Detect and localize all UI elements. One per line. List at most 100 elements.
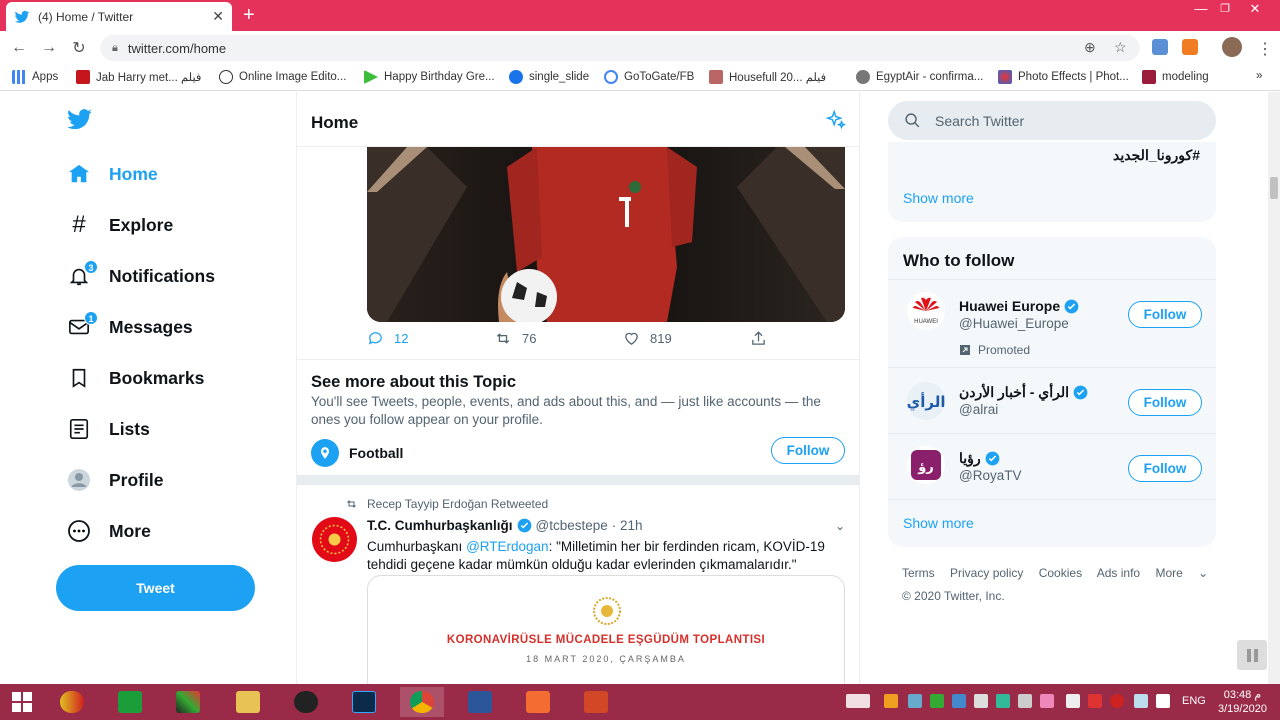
pause-icon[interactable] <box>1237 640 1267 670</box>
powerpoint-icon[interactable] <box>574 687 618 717</box>
follow-suggestion[interactable]: رؤ رؤيا @RoyaTV Follow <box>888 433 1216 499</box>
tray-icon[interactable] <box>952 694 966 708</box>
account-name[interactable]: الرأي - أخبار الأردن <box>959 384 1069 401</box>
taskbar-app-icon[interactable] <box>166 687 210 717</box>
search-icon <box>905 113 920 128</box>
install-icon[interactable]: ⊕ <box>1084 39 1096 56</box>
tweet-button[interactable]: Tweet <box>56 565 255 611</box>
nav-profile[interactable]: Profile <box>66 460 163 500</box>
word-icon[interactable] <box>458 687 502 717</box>
bookmark-item[interactable]: Photo Effects | Phot... <box>998 70 1129 84</box>
bookmark-item[interactable]: Jab Harry met... فيلم <box>76 70 201 84</box>
nav-home[interactable]: Home <box>66 154 158 194</box>
like-button[interactable]: 819 <box>623 330 672 347</box>
clock[interactable]: 03:48 م 3/19/2020 <box>1218 688 1267 716</box>
nav-bookmarks[interactable]: Bookmarks <box>66 358 204 398</box>
hp-icon[interactable] <box>284 687 328 717</box>
close-window-icon[interactable]: ✕ <box>1240 0 1270 18</box>
tray-icon[interactable] <box>1110 694 1124 708</box>
bookmark-item[interactable]: modeling <box>1142 70 1209 84</box>
bookmark-item[interactable]: EgyptAir - confirma... <box>856 70 983 84</box>
chrome-icon[interactable] <box>400 687 444 717</box>
footer-more-link[interactable]: More ⌄ <box>1155 566 1220 580</box>
back-icon[interactable]: ← <box>4 39 34 57</box>
nav-lists[interactable]: Lists <box>66 409 150 449</box>
follow-button[interactable]: Follow <box>1128 389 1202 416</box>
volume-icon[interactable] <box>974 694 988 708</box>
extension-icon[interactable] <box>1152 39 1168 55</box>
tray-icon[interactable] <box>884 694 898 708</box>
profile-avatar-icon[interactable] <box>1222 37 1242 57</box>
bookmark-star-icon[interactable]: ☆ <box>1114 39 1127 56</box>
follow-topic-button[interactable]: Follow <box>771 437 845 464</box>
follow-button[interactable]: Follow <box>1128 455 1202 482</box>
restore-icon[interactable]: ❐ <box>1210 0 1240 18</box>
url-field[interactable]: 🔒︎ twitter.com/home ⊕ ☆ <box>100 35 1140 61</box>
follow-suggestion[interactable]: HUAWEI Huawei Europe @Huawei_Europe Prom… <box>888 279 1216 367</box>
retweet-button[interactable]: 76 <box>494 330 536 347</box>
account-name[interactable]: رؤيا <box>959 450 981 467</box>
tweet[interactable]: Recep Tayyip Erdoğan Retweeted T.C. Cumh… <box>297 485 859 684</box>
nav-messages[interactable]: 1 Messages <box>66 307 193 347</box>
footer-terms-link[interactable]: Terms <box>902 566 935 580</box>
taskbar-app-icon[interactable] <box>516 687 560 717</box>
show-more-trends-link[interactable]: Show more <box>903 190 974 206</box>
nav-explore[interactable]: # Explore <box>66 205 173 245</box>
footer-ads-info-link[interactable]: Ads info <box>1097 566 1140 580</box>
account-name[interactable]: Huawei Europe <box>959 298 1060 314</box>
tray-icon[interactable] <box>908 694 922 708</box>
search-input[interactable]: Search Twitter <box>888 101 1216 140</box>
network-icon[interactable] <box>1018 694 1032 708</box>
tray-icon[interactable] <box>1088 694 1102 708</box>
taskbar-app-icon[interactable] <box>50 687 94 717</box>
scrollbar-thumb[interactable] <box>1270 177 1278 199</box>
show-more-follow-link[interactable]: Show more <box>903 515 974 531</box>
tray-icon[interactable] <box>996 694 1010 708</box>
tweet-media-card[interactable]: KORONAVİRÜSLE MÜCADELE EŞGÜDÜM TOPLANTIS… <box>367 575 845 684</box>
footer-privacy-link[interactable]: Privacy policy <box>950 566 1023 580</box>
author-name[interactable]: T.C. Cumhurbaşkanlığı <box>367 518 513 533</box>
sparkle-icon[interactable] <box>825 109 847 131</box>
trend-item[interactable]: #كورونا_الجديد <box>1113 147 1200 164</box>
close-tab-icon[interactable]: ✕ <box>212 8 224 25</box>
photoshop-icon[interactable] <box>342 687 386 717</box>
bookmark-item[interactable]: Housefull 20... فيلم <box>709 70 826 84</box>
reload-icon[interactable]: ↻ <box>64 38 94 58</box>
tweet-media-image[interactable] <box>367 147 845 322</box>
reply-button[interactable]: 12 <box>367 330 408 347</box>
tray-icon[interactable] <box>1066 694 1080 708</box>
taskbar-app-icon[interactable] <box>108 687 152 717</box>
language-indicator[interactable]: ENG <box>1182 695 1206 707</box>
bookmark-item[interactable]: Online Image Edito... <box>219 70 346 84</box>
footer-cookies-link[interactable]: Cookies <box>1039 566 1082 580</box>
menu-kebab-icon[interactable]: ⋮ <box>1250 39 1280 59</box>
new-tab-button[interactable]: + <box>243 4 255 27</box>
onedrive-icon[interactable] <box>1134 694 1148 708</box>
browser-tab-twitter[interactable]: (4) Home / Twitter ✕ <box>6 2 232 31</box>
twitter-logo-icon[interactable] <box>66 106 93 133</box>
keyboard-icon[interactable] <box>846 694 870 708</box>
right-sidebar: Search Twitter #كورونا_الجديد Show more … <box>888 92 1218 684</box>
bookmarks-overflow-icon[interactable]: » <box>1256 70 1262 82</box>
chevron-down-icon[interactable]: ⌄ <box>835 519 845 533</box>
bookmark-item[interactable]: single_slide <box>509 70 589 84</box>
start-button[interactable] <box>0 687 44 717</box>
forward-icon[interactable]: → <box>34 39 64 57</box>
share-button[interactable] <box>750 330 777 347</box>
tray-icon[interactable] <box>930 694 944 708</box>
follow-suggestion[interactable]: الرأي الرأي - أخبار الأردن @alrai Follow <box>888 367 1216 433</box>
page-scrollbar[interactable] <box>1268 92 1280 684</box>
extension-sc-icon[interactable] <box>1182 39 1198 55</box>
bookmark-apps[interactable]: Apps <box>12 70 58 84</box>
tweet-time[interactable]: · 21h <box>612 518 643 533</box>
mention-link[interactable]: @RTErdogan <box>466 539 549 554</box>
bookmark-item[interactable]: GoToGate/FB <box>604 70 694 84</box>
follow-button[interactable]: Follow <box>1128 301 1202 328</box>
bookmark-item[interactable]: Happy Birthday Gre... <box>364 70 495 84</box>
tray-icon[interactable] <box>1156 694 1170 708</box>
tray-icon[interactable] <box>1040 694 1054 708</box>
file-explorer-icon[interactable] <box>226 687 270 717</box>
nav-notifications[interactable]: 3 Notifications <box>66 256 215 296</box>
nav-more[interactable]: More <box>66 511 151 551</box>
author-avatar[interactable] <box>312 517 357 562</box>
